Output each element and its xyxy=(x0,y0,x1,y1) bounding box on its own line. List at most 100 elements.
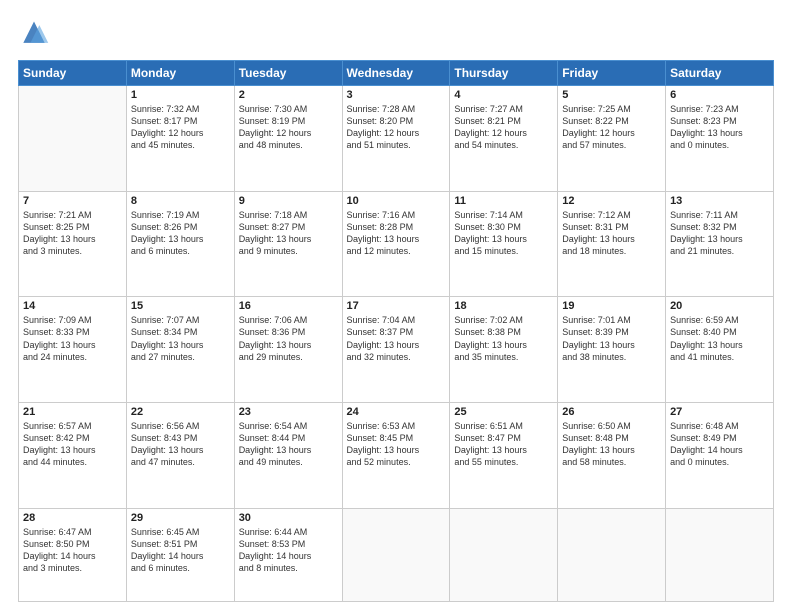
day-number: 21 xyxy=(23,406,122,418)
day-info: Sunrise: 7:18 AM Sunset: 8:27 PM Dayligh… xyxy=(239,209,338,258)
day-cell: 19 Sunrise: 7:01 AM Sunset: 8:39 PM Dayli… xyxy=(558,297,666,403)
day-cell: 10 Sunrise: 7:16 AM Sunset: 8:28 PM Dayli… xyxy=(342,191,450,297)
day-info: Sunrise: 7:09 AM Sunset: 8:33 PM Dayligh… xyxy=(23,314,122,363)
day-cell: 14 Sunrise: 7:09 AM Sunset: 8:33 PM Dayli… xyxy=(19,297,127,403)
logo-icon xyxy=(18,18,50,50)
day-info: Sunrise: 7:11 AM Sunset: 8:32 PM Dayligh… xyxy=(670,209,769,258)
day-cell: 24Sunrise: 6:53 AM Sunset: 8:45 PM Dayli… xyxy=(342,403,450,509)
day-info: Sunrise: 6:59 AM Sunset: 8:40 PM Dayligh… xyxy=(670,314,769,363)
day-number: 13 xyxy=(670,195,769,207)
weekday-header-thursday: Thursday xyxy=(450,61,558,86)
day-cell: 29Sunrise: 6:45 AM Sunset: 8:51 PM Dayli… xyxy=(126,508,234,601)
day-number: 10 xyxy=(347,195,446,207)
day-info: Sunrise: 7:02 AM Sunset: 8:38 PM Dayligh… xyxy=(454,314,553,363)
day-cell xyxy=(558,508,666,601)
day-cell: 26Sunrise: 6:50 AM Sunset: 8:48 PM Dayli… xyxy=(558,403,666,509)
day-info: Sunrise: 6:47 AM Sunset: 8:50 PM Dayligh… xyxy=(23,526,122,575)
weekday-header-saturday: Saturday xyxy=(666,61,774,86)
day-number: 2 xyxy=(239,89,338,101)
day-number: 20 xyxy=(670,300,769,312)
day-cell xyxy=(19,86,127,192)
day-info: Sunrise: 7:27 AM Sunset: 8:21 PM Dayligh… xyxy=(454,103,553,152)
week-row-4: 21 Sunrise: 6:57 AM Sunset: 8:42 PM Dayli… xyxy=(19,403,774,509)
day-info: Sunrise: 6:56 AM Sunset: 8:43 PM Dayligh… xyxy=(131,420,230,469)
day-info: Sunrise: 7:14 AM Sunset: 8:30 PM Dayligh… xyxy=(454,209,553,258)
weekday-header-wednesday: Wednesday xyxy=(342,61,450,86)
day-number: 17 xyxy=(347,300,446,312)
day-cell: 6 Sunrise: 7:23 AM Sunset: 8:23 PM Daylig… xyxy=(666,86,774,192)
day-number: 12 xyxy=(562,195,661,207)
day-number: 22 xyxy=(131,406,230,418)
day-number: 4 xyxy=(454,89,553,101)
week-row-2: 7 Sunrise: 7:21 AM Sunset: 8:25 PM Daylig… xyxy=(19,191,774,297)
day-number: 29 xyxy=(131,512,230,524)
day-info: Sunrise: 6:54 AM Sunset: 8:44 PM Dayligh… xyxy=(239,420,338,469)
header xyxy=(18,18,774,50)
day-info: Sunrise: 7:21 AM Sunset: 8:25 PM Dayligh… xyxy=(23,209,122,258)
calendar: SundayMondayTuesdayWednesdayThursdayFrid… xyxy=(18,60,774,602)
day-number: 6 xyxy=(670,89,769,101)
day-info: Sunrise: 6:57 AM Sunset: 8:42 PM Dayligh… xyxy=(23,420,122,469)
day-cell xyxy=(450,508,558,601)
weekday-header-tuesday: Tuesday xyxy=(234,61,342,86)
day-cell: 7 Sunrise: 7:21 AM Sunset: 8:25 PM Daylig… xyxy=(19,191,127,297)
day-cell: 3Sunrise: 7:28 AM Sunset: 8:20 PM Daylig… xyxy=(342,86,450,192)
day-info: Sunrise: 7:30 AM Sunset: 8:19 PM Dayligh… xyxy=(239,103,338,152)
day-info: Sunrise: 7:06 AM Sunset: 8:36 PM Dayligh… xyxy=(239,314,338,363)
day-number: 14 xyxy=(23,300,122,312)
day-number: 11 xyxy=(454,195,553,207)
day-number: 8 xyxy=(131,195,230,207)
day-info: Sunrise: 7:01 AM Sunset: 8:39 PM Dayligh… xyxy=(562,314,661,363)
day-cell: 16 Sunrise: 7:06 AM Sunset: 8:36 PM Dayli… xyxy=(234,297,342,403)
day-cell: 22 Sunrise: 6:56 AM Sunset: 8:43 PM Dayli… xyxy=(126,403,234,509)
day-info: Sunrise: 7:12 AM Sunset: 8:31 PM Dayligh… xyxy=(562,209,661,258)
week-row-5: 28 Sunrise: 6:47 AM Sunset: 8:50 PM Dayli… xyxy=(19,508,774,601)
day-cell: 15Sunrise: 7:07 AM Sunset: 8:34 PM Dayli… xyxy=(126,297,234,403)
day-cell xyxy=(666,508,774,601)
week-row-3: 14 Sunrise: 7:09 AM Sunset: 8:33 PM Dayli… xyxy=(19,297,774,403)
day-cell: 12 Sunrise: 7:12 AM Sunset: 8:31 PM Dayli… xyxy=(558,191,666,297)
day-cell: 23 Sunrise: 6:54 AM Sunset: 8:44 PM Dayli… xyxy=(234,403,342,509)
day-info: Sunrise: 7:25 AM Sunset: 8:22 PM Dayligh… xyxy=(562,103,661,152)
day-info: Sunrise: 6:48 AM Sunset: 8:49 PM Dayligh… xyxy=(670,420,769,469)
day-number: 30 xyxy=(239,512,338,524)
day-number: 15 xyxy=(131,300,230,312)
week-row-1: 1 Sunrise: 7:32 AM Sunset: 8:17 PM Daylig… xyxy=(19,86,774,192)
day-info: Sunrise: 7:04 AM Sunset: 8:37 PM Dayligh… xyxy=(347,314,446,363)
logo xyxy=(18,18,54,50)
day-cell: 18 Sunrise: 7:02 AM Sunset: 8:38 PM Dayli… xyxy=(450,297,558,403)
day-cell: 28 Sunrise: 6:47 AM Sunset: 8:50 PM Dayli… xyxy=(19,508,127,601)
day-cell: 25Sunrise: 6:51 AM Sunset: 8:47 PM Dayli… xyxy=(450,403,558,509)
day-cell: 11 Sunrise: 7:14 AM Sunset: 8:30 PM Dayli… xyxy=(450,191,558,297)
day-info: Sunrise: 7:23 AM Sunset: 8:23 PM Dayligh… xyxy=(670,103,769,152)
day-cell: 17 Sunrise: 7:04 AM Sunset: 8:37 PM Dayli… xyxy=(342,297,450,403)
day-cell: 27 Sunrise: 6:48 AM Sunset: 8:49 PM Dayli… xyxy=(666,403,774,509)
day-cell: 5Sunrise: 7:25 AM Sunset: 8:22 PM Daylig… xyxy=(558,86,666,192)
day-cell: 4 Sunrise: 7:27 AM Sunset: 8:21 PM Daylig… xyxy=(450,86,558,192)
day-number: 1 xyxy=(131,89,230,101)
day-info: Sunrise: 6:50 AM Sunset: 8:48 PM Dayligh… xyxy=(562,420,661,469)
day-cell xyxy=(342,508,450,601)
day-cell: 13 Sunrise: 7:11 AM Sunset: 8:32 PM Dayli… xyxy=(666,191,774,297)
day-number: 18 xyxy=(454,300,553,312)
calendar-header-row: SundayMondayTuesdayWednesdayThursdayFrid… xyxy=(19,61,774,86)
day-info: Sunrise: 7:28 AM Sunset: 8:20 PM Dayligh… xyxy=(347,103,446,152)
day-cell: 30 Sunrise: 6:44 AM Sunset: 8:53 PM Dayli… xyxy=(234,508,342,601)
page: SundayMondayTuesdayWednesdayThursdayFrid… xyxy=(0,0,792,612)
day-cell: 8 Sunrise: 7:19 AM Sunset: 8:26 PM Daylig… xyxy=(126,191,234,297)
day-info: Sunrise: 7:16 AM Sunset: 8:28 PM Dayligh… xyxy=(347,209,446,258)
day-info: Sunrise: 6:51 AM Sunset: 8:47 PM Dayligh… xyxy=(454,420,553,469)
day-info: Sunrise: 7:19 AM Sunset: 8:26 PM Dayligh… xyxy=(131,209,230,258)
day-number: 28 xyxy=(23,512,122,524)
weekday-header-sunday: Sunday xyxy=(19,61,127,86)
weekday-header-monday: Monday xyxy=(126,61,234,86)
day-info: Sunrise: 6:44 AM Sunset: 8:53 PM Dayligh… xyxy=(239,526,338,575)
day-number: 19 xyxy=(562,300,661,312)
day-number: 7 xyxy=(23,195,122,207)
day-cell: 1 Sunrise: 7:32 AM Sunset: 8:17 PM Daylig… xyxy=(126,86,234,192)
day-number: 16 xyxy=(239,300,338,312)
day-number: 23 xyxy=(239,406,338,418)
day-info: Sunrise: 7:32 AM Sunset: 8:17 PM Dayligh… xyxy=(131,103,230,152)
day-info: Sunrise: 6:53 AM Sunset: 8:45 PM Dayligh… xyxy=(347,420,446,469)
day-number: 27 xyxy=(670,406,769,418)
